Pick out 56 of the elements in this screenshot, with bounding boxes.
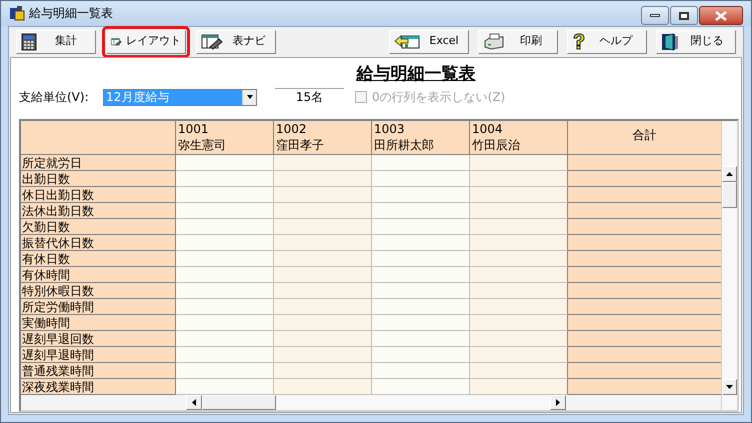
- pay-unit-label: 支給単位(V):: [19, 89, 90, 106]
- dropdown-arrow-icon: [246, 95, 252, 99]
- row-header: 普通残業時間: [21, 363, 176, 379]
- report-title: 給与明細一覧表: [356, 62, 476, 86]
- toolbar-button[interactable]: 印刷: [478, 30, 558, 54]
- question-icon: [572, 32, 586, 50]
- toolbar-button[interactable]: 閉じる: [656, 30, 736, 54]
- row-header: 法休出勤日数: [21, 203, 176, 219]
- scroll-thumb[interactable]: [202, 395, 276, 410]
- toolbar-button[interactable]: レイアウト: [106, 30, 186, 54]
- row-header: 所定就労日: [21, 155, 176, 171]
- scroll-thumb[interactable]: [722, 182, 737, 208]
- employee-header: 1003 田所耕太郎: [372, 121, 470, 155]
- scroll-down-button[interactable]: [722, 379, 737, 395]
- door-icon: [661, 32, 679, 50]
- left-arrow-icon: [192, 399, 196, 406]
- calculator-icon: [21, 32, 37, 50]
- row-header: 実働時間: [21, 315, 176, 331]
- app-icon: [9, 5, 25, 22]
- row-header: 有休日数: [21, 251, 176, 267]
- toolbar-button[interactable]: ヘルプ: [567, 30, 647, 54]
- employee-header: 1001 弥生憲司: [176, 121, 274, 155]
- count-field: 15名: [275, 88, 344, 106]
- minimize-button[interactable]: [641, 6, 669, 25]
- up-arrow-icon: [726, 172, 733, 176]
- right-arrow-icon: [556, 399, 560, 406]
- printer-icon: [483, 32, 505, 50]
- row-header: 深夜残業時間: [21, 379, 176, 395]
- employee-header: 1002 窪田孝子: [274, 121, 372, 155]
- scroll-up-button[interactable]: [722, 166, 737, 182]
- row-header: 休日出勤日数: [21, 187, 176, 203]
- employee-header: 1004 竹田辰治: [470, 121, 568, 155]
- arrow-icon: [394, 34, 420, 50]
- scroll-right-button[interactable]: [550, 395, 566, 410]
- row-header: 有休時間: [21, 267, 176, 283]
- down-arrow-icon: [726, 385, 733, 389]
- scroll-left-button[interactable]: [186, 395, 202, 410]
- checkbox-label: 0の行列を表示しない(Z): [372, 89, 506, 106]
- row-header: 遅刻早退時間: [21, 347, 176, 363]
- row-header: 所定労働時間: [21, 299, 176, 315]
- row-header: 遅刻早退回数: [21, 331, 176, 347]
- row-header: 欠勤日数: [21, 219, 176, 235]
- toolbar-button[interactable]: Excel: [389, 30, 469, 54]
- close-icon: [715, 10, 727, 20]
- toolbar-button[interactable]: 集計: [16, 30, 96, 54]
- row-header: 特別休暇日数: [21, 283, 176, 299]
- total-header: 合計: [568, 121, 721, 155]
- row-header: 出勤日数: [21, 171, 176, 187]
- maximize-button[interactable]: [670, 6, 698, 25]
- close-button[interactable]: [699, 6, 743, 25]
- table-pen-icon: [201, 34, 223, 50]
- toolbar-button[interactable]: 表ナビ: [196, 30, 276, 54]
- vertical-scrollbar[interactable]: [721, 121, 737, 410]
- row-header: 振替代休日数: [21, 235, 176, 251]
- window-title: 給与明細一覧表: [29, 5, 113, 22]
- horizontal-scrollbar[interactable]: [186, 395, 566, 410]
